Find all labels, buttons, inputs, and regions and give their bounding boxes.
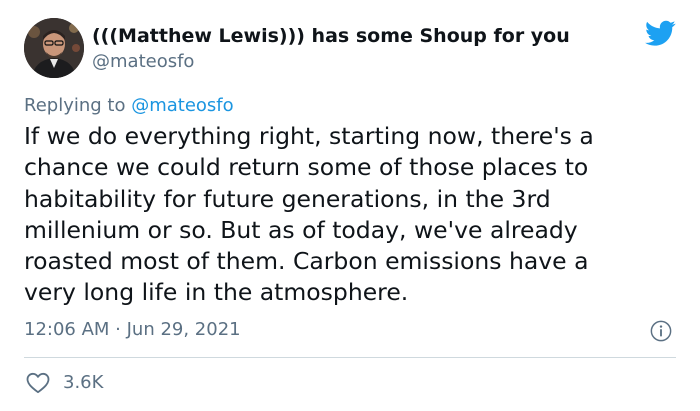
profile-photo-icon [24, 18, 84, 78]
info-circle-icon[interactable] [650, 320, 672, 342]
avatar[interactable] [24, 18, 84, 78]
tweet-timestamp[interactable]: 12:06 AM · Jun 29, 2021 [24, 319, 241, 341]
tweet-card: (((Matthew Lewis))) has some Shoup for y… [0, 0, 700, 411]
twitter-bird-icon[interactable] [645, 20, 676, 47]
like-count[interactable]: 3.6K [63, 372, 103, 394]
heart-outline-icon[interactable] [26, 372, 50, 394]
reply-context-prefix: Replying to [24, 95, 132, 116]
divider [24, 357, 676, 358]
author-handle[interactable]: @mateosfo [92, 51, 194, 73]
reply-context: Replying to @mateosfo [24, 95, 234, 117]
author-display-name[interactable]: (((Matthew Lewis))) has some Shoup for y… [92, 25, 570, 47]
tweet-text: If we do everything right, starting now,… [24, 122, 594, 307]
reply-mention-link[interactable]: @mateosfo [131, 95, 233, 116]
